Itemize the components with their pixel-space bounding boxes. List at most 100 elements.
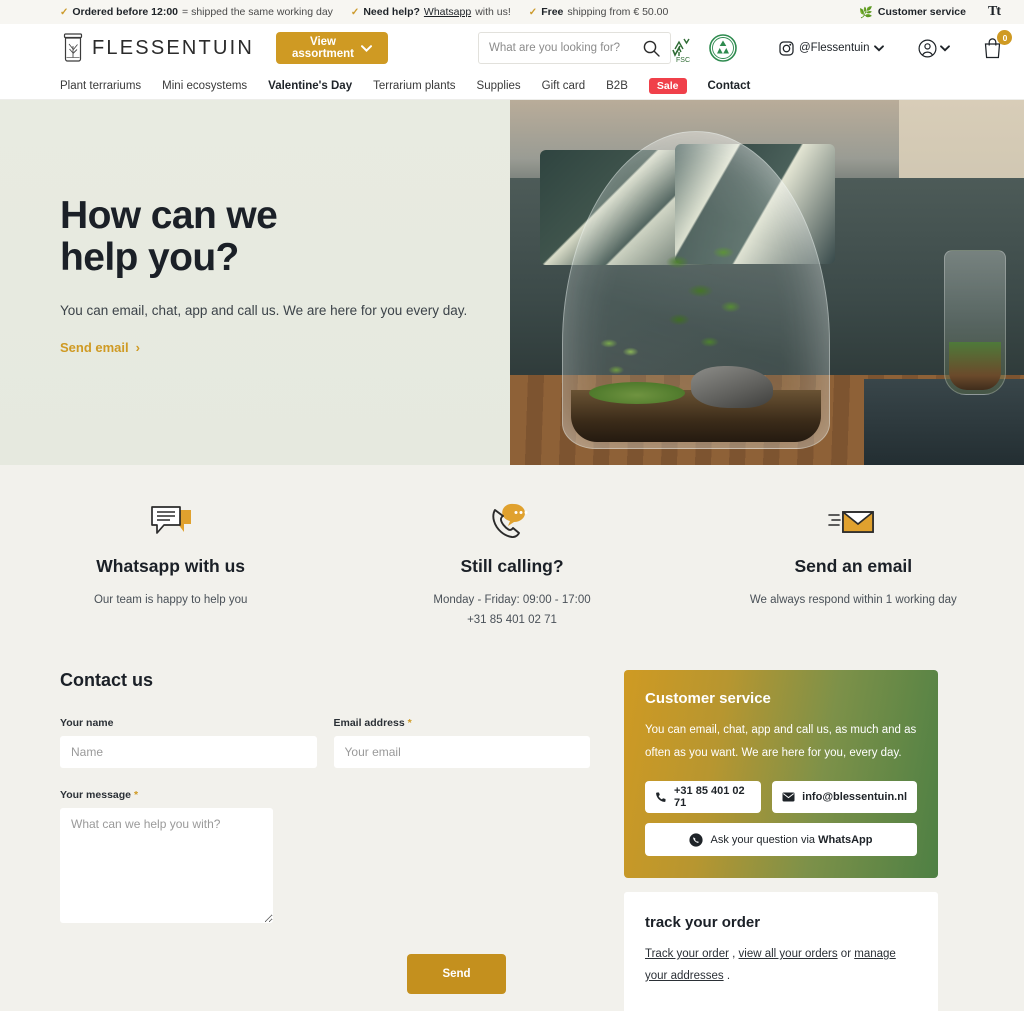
nav-item-gift-card[interactable]: Gift card <box>542 80 585 92</box>
hero-terrarium-plant <box>659 230 751 390</box>
hero-window-sill <box>864 379 1024 465</box>
email-address-label: Email address * <box>334 717 591 729</box>
nav-item-b2b[interactable]: B2B <box>606 80 628 92</box>
announcement-items: ✓ Ordered before 12:00 = shipped the sam… <box>60 6 668 18</box>
field-your-name: Your name <box>60 717 317 769</box>
track-order-card: track your order Track your order , view… <box>624 892 938 1011</box>
whatsapp-button[interactable]: Ask your question via WhatsApp <box>645 823 917 857</box>
customer-service-card-title: Customer service <box>645 690 771 708</box>
nav-item-plant-terrariums[interactable]: Plant terrariums <box>60 80 141 92</box>
required-marker: * <box>407 717 412 730</box>
track-order-title: track your order <box>645 914 761 932</box>
svg-text:FSC: FSC <box>676 57 690 63</box>
email-button[interactable]: info@blessentuin.nl <box>772 781 917 814</box>
view-assortment-button[interactable]: View assortment <box>276 32 388 64</box>
site-header: FLESSENTUIN View assortment FSC <box>0 24 1024 72</box>
customer-service-card-body: You can email, chat, app and call us, as… <box>645 724 917 759</box>
chevron-down-icon <box>361 44 372 52</box>
send-email-label: Send email <box>60 340 129 356</box>
announcement-rest: = shipped the same working day <box>182 6 333 18</box>
name-input[interactable] <box>60 736 317 769</box>
header-right-actions: FSC @Flessentuin 0 <box>671 30 1013 63</box>
recycling-icon <box>709 34 737 62</box>
nav-item-contact[interactable]: Contact <box>708 80 751 92</box>
required-marker: * <box>133 789 139 802</box>
chevron-down-icon <box>874 44 885 52</box>
announcement-item-shipping-cutoff: ✓ Ordered before 12:00 = shipped the sam… <box>60 6 333 18</box>
account-link[interactable] <box>918 39 951 58</box>
cart-count-badge: 0 <box>997 30 1013 45</box>
channel-title: Whatsapp with us <box>96 556 246 576</box>
logo-text: FLESSENTUIN <box>92 36 255 59</box>
fsc-icon: FSC <box>671 33 699 63</box>
view-assortment-label: View assortment <box>292 36 355 60</box>
channel-title: Still calling? <box>460 556 564 576</box>
email-address: info@blessentuin.nl <box>802 791 907 804</box>
hero-title-line-2: help you? <box>60 236 239 280</box>
check-icon: ✓ <box>60 6 69 18</box>
hero-content: How can we help you? You can email, chat… <box>0 100 510 465</box>
nav-item-sale[interactable]: Sale <box>648 77 687 94</box>
phone-number: +31 85 401 02 71 <box>674 785 745 810</box>
envelope-icon <box>709 501 998 543</box>
whatsapp-prefix: Ask your question via <box>710 833 819 846</box>
track-your-order-link[interactable]: Track your order <box>645 948 729 960</box>
nav-item-mini-ecosystems[interactable]: Mini ecosystems <box>162 80 247 92</box>
announcement-item-need-help: ✓ Need help? Whatsapp with us! <box>351 6 511 18</box>
email-address-label-text: Email address <box>333 717 405 730</box>
channel-email[interactable]: Send an email We always respond within 1… <box>683 501 1024 630</box>
message-textarea[interactable] <box>60 808 273 924</box>
announcement-rest: shipping from € 50.00 <box>567 6 669 18</box>
contact-channels: Whatsapp with us Our team is happy to he… <box>0 465 1024 653</box>
send-row: Send <box>60 954 590 995</box>
announcement-strong: Need help? <box>363 6 420 18</box>
check-icon: ✓ <box>528 6 538 18</box>
logo[interactable]: FLESSENTUIN <box>60 33 254 63</box>
text-size-icon[interactable]: Tt <box>988 4 1001 20</box>
send-button[interactable]: Send <box>407 954 506 995</box>
email-input[interactable] <box>333 736 590 769</box>
channel-title: Send an email <box>794 556 913 576</box>
contact-form-column: Contact us Your name Email address * You… <box>60 670 590 1011</box>
customer-service-contact-buttons: +31 85 401 02 71 info@blessentuin.nl <box>645 781 917 814</box>
phone-button[interactable]: +31 85 401 02 71 <box>645 781 762 814</box>
search-input[interactable] <box>489 42 643 54</box>
announcement-strong: Free <box>541 6 564 18</box>
channel-phone[interactable]: Still calling? Monday - Friday: 09:00 - … <box>341 501 682 630</box>
view-all-orders-link[interactable]: view all your orders <box>739 948 838 960</box>
nav-item-supplies[interactable]: Supplies <box>477 80 521 92</box>
chat-bubble-icon <box>26 501 315 543</box>
whatsapp-strong: WhatsApp <box>818 833 873 846</box>
your-name-label: Your name <box>60 717 114 730</box>
field-email-address: Email address * <box>333 717 591 769</box>
chevron-right-icon: › <box>135 340 140 356</box>
hero-small-terrarium-jar <box>944 250 1006 395</box>
main-navigation: Plant terrariums Mini ecosystems Valenti… <box>0 72 1024 100</box>
channel-whatsapp[interactable]: Whatsapp with us Our team is happy to he… <box>0 501 341 630</box>
cart-button[interactable]: 0 <box>982 30 1013 59</box>
nav-item-valentines-day[interactable]: Valentine's Day <box>268 80 352 92</box>
send-email-link[interactable]: Send email › <box>60 340 140 355</box>
whatsapp-link[interactable]: Whatsapp <box>424 6 471 18</box>
field-your-message: Your message * <box>60 789 273 928</box>
contact-form-title: Contact us <box>60 670 154 691</box>
terrarium-jar-icon <box>60 33 86 63</box>
envelope-icon <box>782 792 795 802</box>
announcement-rest: with us! <box>475 6 511 18</box>
certification-logos: FSC <box>671 33 737 63</box>
nav-item-terrarium-plants[interactable]: Terrarium plants <box>373 80 455 92</box>
separator-1: , <box>728 948 739 961</box>
sidebar-column: Customer service You can email, chat, ap… <box>624 670 938 1011</box>
announcement-item-free-shipping: ✓ Free shipping from € 50.00 <box>529 6 669 18</box>
channel-line-hours: Monday - Friday: 09:00 - 17:00 <box>433 594 591 606</box>
customer-service-link[interactable]: 🌿 Customer service <box>859 6 966 19</box>
instagram-link[interactable]: @Flessentuin <box>779 40 885 56</box>
search-icon[interactable] <box>643 40 660 57</box>
search-box[interactable] <box>478 32 671 64</box>
channel-line: We always respond within 1 working day <box>749 594 957 606</box>
your-message-label-text: Your message <box>60 789 132 802</box>
separator-3: . <box>723 969 731 982</box>
hero-subtitle: You can email, chat, app and call us. We… <box>60 303 468 319</box>
phone-icon <box>655 791 667 803</box>
form-row-name-email: Your name Email address * <box>60 717 591 769</box>
